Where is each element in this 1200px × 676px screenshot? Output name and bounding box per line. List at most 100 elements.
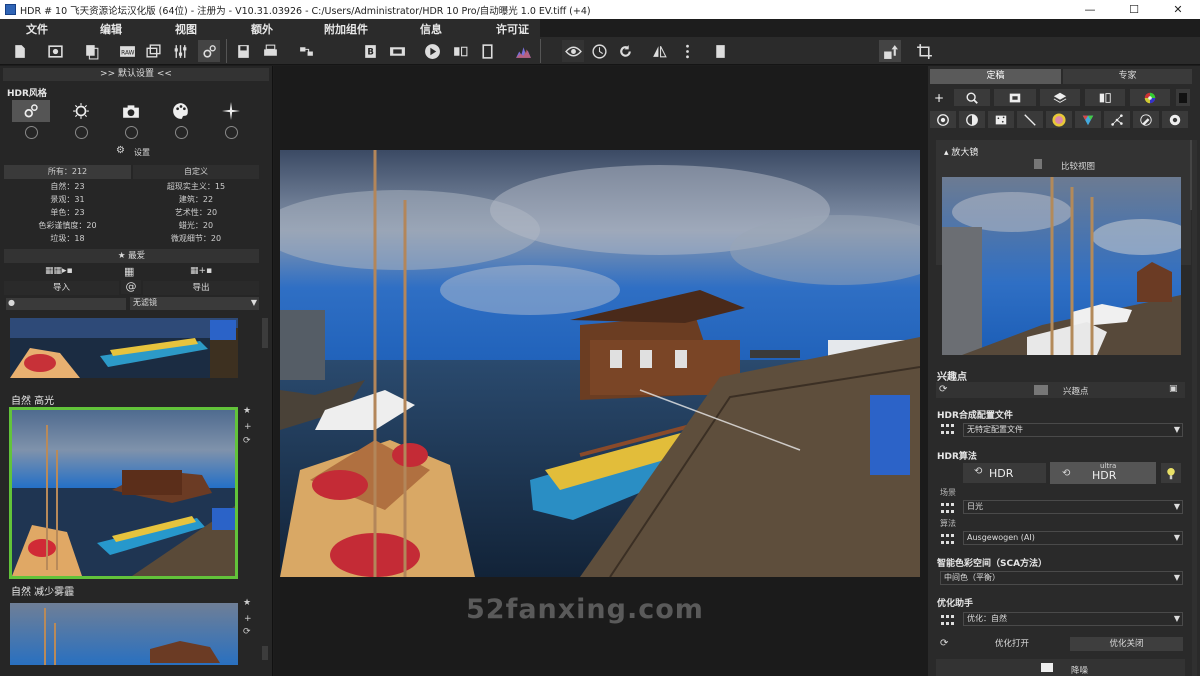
stat-architecture[interactable]: 建筑：22	[133, 194, 259, 206]
style-palette-icon[interactable]	[162, 100, 200, 122]
rotate-icon[interactable]	[614, 40, 636, 62]
open-folder-icon[interactable]	[44, 40, 66, 62]
ultra-hdr-button[interactable]: ultra ⟲ HDR	[1050, 462, 1156, 484]
tab-expert[interactable]: 专家	[1063, 69, 1192, 84]
style-natural-icon[interactable]	[12, 100, 50, 122]
fit-view-icon[interactable]	[709, 40, 731, 62]
brush-icon[interactable]	[1133, 111, 1159, 128]
menu-file[interactable]: 文件	[26, 21, 48, 37]
print-icon[interactable]	[259, 40, 281, 62]
menu-license[interactable]: 许可证	[496, 21, 529, 37]
play-icon[interactable]	[421, 40, 443, 62]
stat-custom[interactable]: 自定义	[133, 165, 259, 179]
texture-icon[interactable]	[988, 111, 1014, 128]
optimize-close-button[interactable]: 优化关闭	[1070, 637, 1183, 651]
stat-artistic[interactable]: 艺术性：20	[133, 207, 259, 219]
filter-dropdown[interactable]: 无滤镜 ▼	[130, 297, 259, 310]
add-icon[interactable]: +	[934, 91, 944, 105]
magnifier-title[interactable]: ▴ 放大镜	[944, 145, 978, 158]
scene-dropdown[interactable]: 日光 ▼	[963, 500, 1183, 514]
import-grid-icon[interactable]: ▦▦▸▪	[45, 266, 73, 276]
export-b-icon[interactable]: B	[359, 40, 381, 62]
stat-trash[interactable]: 垃圾：18	[4, 233, 131, 245]
import-button[interactable]: 导入	[4, 281, 119, 295]
phone-merge-icon[interactable]	[1085, 89, 1125, 106]
preset-thumbnail-selected[interactable]	[9, 407, 238, 579]
stat-microdetail[interactable]: 微观细节：20	[133, 233, 259, 245]
magnifier-icon[interactable]	[954, 89, 990, 106]
refresh-icon[interactable]: ⟳	[243, 627, 251, 637]
stat-all[interactable]: 所有：212	[4, 165, 131, 179]
refresh-icon[interactable]: ⟳	[939, 384, 947, 395]
search-input[interactable]: ●	[6, 298, 126, 310]
at-button[interactable]: @	[121, 280, 141, 294]
compare-view-label[interactable]: 比较视图	[1061, 160, 1095, 172]
raw-icon[interactable]: RAW	[116, 40, 138, 62]
scrollbar[interactable]	[262, 646, 268, 660]
more-vertical-icon[interactable]	[676, 40, 698, 62]
optimize-dropdown[interactable]: 优化：自然 ▼	[963, 612, 1183, 626]
close-button[interactable]: ✕	[1156, 3, 1200, 16]
slideshow-icon[interactable]	[386, 40, 408, 62]
profile-dropdown[interactable]: 无特定配置文件 ▼	[963, 423, 1183, 437]
denoise-bar[interactable]	[936, 659, 1185, 676]
poi-icon[interactable]	[994, 89, 1036, 106]
apply-upload-icon[interactable]	[879, 40, 901, 62]
scrollbar-track[interactable]	[1192, 140, 1197, 676]
default-settings-header[interactable]: >> 默认设置 <<	[3, 68, 269, 81]
frame-icon[interactable]	[476, 40, 498, 62]
user-icon[interactable]	[75, 126, 88, 139]
favorite-star-icon[interactable]: ★	[243, 406, 251, 416]
settings-gear-icon[interactable]: ⚙	[116, 145, 125, 156]
poi-frame-icon[interactable]: ▣	[1169, 384, 1178, 394]
refresh-icon[interactable]: ⟳	[940, 638, 948, 649]
preset-thumbnail-bottom[interactable]	[10, 603, 240, 665]
rgb-triangle-icon[interactable]	[1075, 111, 1101, 128]
compare-toggle[interactable]	[1034, 159, 1042, 169]
hue-wheel-icon[interactable]	[1046, 111, 1072, 128]
poi-button[interactable]: 兴趣点	[1063, 385, 1089, 397]
algorithm-dropdown[interactable]: Ausgewogen (AI) ▼	[963, 531, 1183, 545]
user-icon[interactable]	[175, 126, 188, 139]
menu-addons[interactable]: 附加组件	[324, 21, 368, 37]
aperture-icon[interactable]	[1162, 111, 1188, 128]
layers-icon[interactable]	[1040, 89, 1080, 106]
denoise-label[interactable]: 降噪	[1071, 664, 1088, 676]
optimize-open-button[interactable]: 优化打开	[958, 637, 1066, 651]
user-icon[interactable]	[225, 126, 238, 139]
adjust-sliders-icon[interactable]	[169, 40, 191, 62]
stat-color-caution[interactable]: 色彩谨慎度：20	[4, 220, 131, 232]
new-file-icon[interactable]	[8, 40, 30, 62]
save-icon[interactable]	[232, 40, 254, 62]
bulb-icon[interactable]	[1161, 463, 1181, 483]
grid-icon[interactable]: ▦	[124, 265, 134, 278]
export-button[interactable]: 导出	[143, 281, 259, 295]
user-icon[interactable]	[125, 126, 138, 139]
stat-wax[interactable]: 蜡光：20	[133, 220, 259, 232]
stat-mono[interactable]: 单色：23	[4, 207, 131, 219]
crop-icon[interactable]	[913, 40, 935, 62]
stat-landscape[interactable]: 景观：31	[4, 194, 131, 206]
settings-label[interactable]: 设置	[134, 147, 150, 158]
export-grid-icon[interactable]: ▦+▪	[190, 266, 212, 276]
user-icon[interactable]	[25, 126, 38, 139]
preset-thumbnail-top[interactable]	[10, 318, 240, 378]
line-tool-icon[interactable]	[1017, 111, 1043, 128]
stat-surreal[interactable]: 超现实主义：15	[133, 181, 259, 193]
style-light-bulb-icon[interactable]	[62, 100, 100, 122]
menu-view[interactable]: 视图	[175, 21, 197, 37]
flip-icon[interactable]	[648, 40, 670, 62]
menu-info[interactable]: 信息	[420, 21, 442, 37]
refresh-icon[interactable]: ⟳	[243, 436, 251, 446]
menu-edit[interactable]: 编辑	[100, 21, 122, 37]
share-icon[interactable]	[295, 40, 317, 62]
color-wheel-icon[interactable]	[1130, 89, 1170, 106]
sca-dropdown[interactable]: 中间色（平衡） ▼	[940, 571, 1183, 585]
curve-nodes-icon[interactable]	[1104, 111, 1130, 128]
menu-extra[interactable]: 额外	[251, 21, 273, 37]
tab-final[interactable]: 定稿	[930, 69, 1061, 84]
histogram-icon[interactable]	[512, 40, 534, 62]
add-icon[interactable]: +	[244, 422, 252, 432]
style-camera-icon[interactable]	[112, 100, 150, 122]
open-copy-icon[interactable]	[80, 40, 102, 62]
